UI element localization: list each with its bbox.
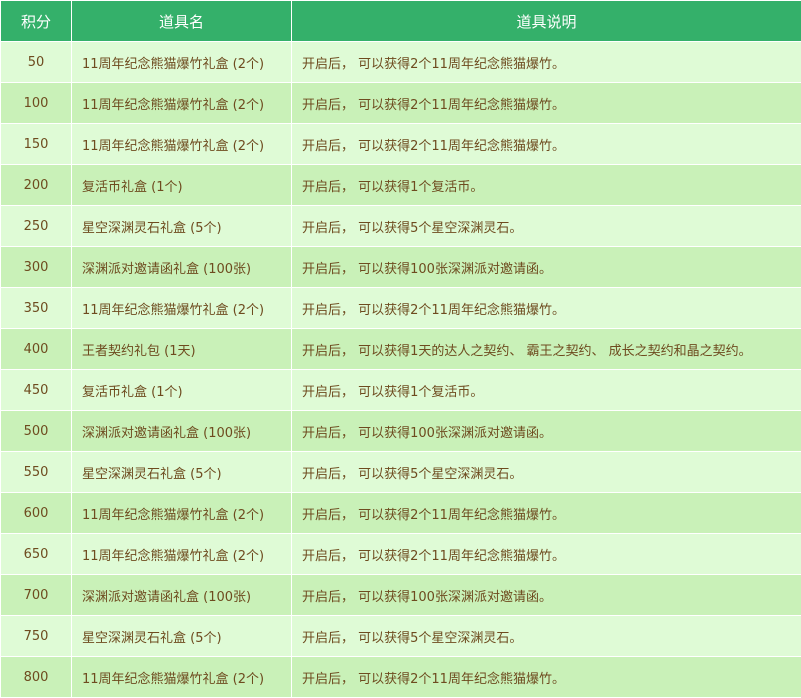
header-points: 积分 <box>1 1 72 42</box>
row-item-description: 开启后， 可以获得2个11周年纪念熊猫爆竹。 <box>292 288 801 329</box>
row-item-description: 开启后， 可以获得1个复活币。 <box>292 370 801 411</box>
rewards-table: 积分 道具名 道具说明 5011周年纪念熊猫爆竹礼盒 (2个)开启后， 可以获得… <box>0 0 801 698</box>
row-item-name: 11周年纪念熊猫爆竹礼盒 (2个) <box>72 42 292 83</box>
row-item-description: 开启后， 可以获得2个11周年纪念熊猫爆竹。 <box>292 493 801 534</box>
row-item-name: 11周年纪念熊猫爆竹礼盒 (2个) <box>72 657 292 698</box>
row-points: 100 <box>1 83 72 124</box>
row-points: 300 <box>1 247 72 288</box>
row-item-description: 开启后， 可以获得2个11周年纪念熊猫爆竹。 <box>292 83 801 124</box>
table-header-row: 积分 道具名 道具说明 <box>1 1 801 42</box>
row-points: 200 <box>1 165 72 206</box>
table-body: 5011周年纪念熊猫爆竹礼盒 (2个)开启后， 可以获得2个11周年纪念熊猫爆竹… <box>1 42 801 698</box>
table-row: 65011周年纪念熊猫爆竹礼盒 (2个)开启后， 可以获得2个11周年纪念熊猫爆… <box>1 534 801 575</box>
table-row: 500深渊派对邀请函礼盒 (100张)开启后， 可以获得100张深渊派对邀请函。 <box>1 411 801 452</box>
row-item-description: 开启后， 可以获得2个11周年纪念熊猫爆竹。 <box>292 534 801 575</box>
table-row: 400王者契约礼包 (1天)开启后， 可以获得1天的达人之契约、 霸王之契约、 … <box>1 329 801 370</box>
row-item-description: 开启后， 可以获得5个星空深渊灵石。 <box>292 206 801 247</box>
row-points: 400 <box>1 329 72 370</box>
table-row: 200复活币礼盒 (1个)开启后， 可以获得1个复活币。 <box>1 165 801 206</box>
table-row: 15011周年纪念熊猫爆竹礼盒 (2个)开启后， 可以获得2个11周年纪念熊猫爆… <box>1 124 801 165</box>
table-row: 750星空深渊灵石礼盒 (5个)开启后， 可以获得5个星空深渊灵石。 <box>1 616 801 657</box>
row-points: 750 <box>1 616 72 657</box>
row-item-description: 开启后， 可以获得100张深渊派对邀请函。 <box>292 411 801 452</box>
row-item-description: 开启后， 可以获得2个11周年纪念熊猫爆竹。 <box>292 657 801 698</box>
row-item-name: 深渊派对邀请函礼盒 (100张) <box>72 411 292 452</box>
row-item-description: 开启后， 可以获得100张深渊派对邀请函。 <box>292 247 801 288</box>
table-row: 250星空深渊灵石礼盒 (5个)开启后， 可以获得5个星空深渊灵石。 <box>1 206 801 247</box>
row-points: 550 <box>1 452 72 493</box>
row-item-name: 11周年纪念熊猫爆竹礼盒 (2个) <box>72 288 292 329</box>
table-row: 10011周年纪念熊猫爆竹礼盒 (2个)开启后， 可以获得2个11周年纪念熊猫爆… <box>1 83 801 124</box>
row-points: 350 <box>1 288 72 329</box>
row-points: 500 <box>1 411 72 452</box>
row-item-name: 星空深渊灵石礼盒 (5个) <box>72 616 292 657</box>
header-item-description: 道具说明 <box>292 1 801 42</box>
row-item-name: 复活币礼盒 (1个) <box>72 165 292 206</box>
row-item-name: 星空深渊灵石礼盒 (5个) <box>72 206 292 247</box>
row-points: 150 <box>1 124 72 165</box>
row-points: 700 <box>1 575 72 616</box>
row-item-name: 星空深渊灵石礼盒 (5个) <box>72 452 292 493</box>
row-item-name: 11周年纪念熊猫爆竹礼盒 (2个) <box>72 493 292 534</box>
table-row: 450复活币礼盒 (1个)开启后， 可以获得1个复活币。 <box>1 370 801 411</box>
row-item-name: 11周年纪念熊猫爆竹礼盒 (2个) <box>72 83 292 124</box>
row-item-description: 开启后， 可以获得1个复活币。 <box>292 165 801 206</box>
row-item-name: 11周年纪念熊猫爆竹礼盒 (2个) <box>72 534 292 575</box>
row-item-name: 深渊派对邀请函礼盒 (100张) <box>72 247 292 288</box>
table-row: 60011周年纪念熊猫爆竹礼盒 (2个)开启后， 可以获得2个11周年纪念熊猫爆… <box>1 493 801 534</box>
row-item-description: 开启后， 可以获得100张深渊派对邀请函。 <box>292 575 801 616</box>
row-item-description: 开启后， 可以获得1天的达人之契约、 霸王之契约、 成长之契约和晶之契约。 <box>292 329 801 370</box>
row-item-description: 开启后， 可以获得5个星空深渊灵石。 <box>292 616 801 657</box>
row-item-name: 11周年纪念熊猫爆竹礼盒 (2个) <box>72 124 292 165</box>
row-points: 600 <box>1 493 72 534</box>
row-item-name: 王者契约礼包 (1天) <box>72 329 292 370</box>
row-points: 650 <box>1 534 72 575</box>
row-item-name: 复活币礼盒 (1个) <box>72 370 292 411</box>
row-item-description: 开启后， 可以获得2个11周年纪念熊猫爆竹。 <box>292 124 801 165</box>
table-row: 550星空深渊灵石礼盒 (5个)开启后， 可以获得5个星空深渊灵石。 <box>1 452 801 493</box>
row-item-description: 开启后， 可以获得5个星空深渊灵石。 <box>292 452 801 493</box>
row-points: 450 <box>1 370 72 411</box>
row-points: 800 <box>1 657 72 698</box>
row-item-description: 开启后， 可以获得2个11周年纪念熊猫爆竹。 <box>292 42 801 83</box>
row-item-name: 深渊派对邀请函礼盒 (100张) <box>72 575 292 616</box>
table-row: 300深渊派对邀请函礼盒 (100张)开启后， 可以获得100张深渊派对邀请函。 <box>1 247 801 288</box>
header-item-name: 道具名 <box>72 1 292 42</box>
table-row: 35011周年纪念熊猫爆竹礼盒 (2个)开启后， 可以获得2个11周年纪念熊猫爆… <box>1 288 801 329</box>
table-row: 80011周年纪念熊猫爆竹礼盒 (2个)开启后， 可以获得2个11周年纪念熊猫爆… <box>1 657 801 698</box>
table-row: 700深渊派对邀请函礼盒 (100张)开启后， 可以获得100张深渊派对邀请函。 <box>1 575 801 616</box>
row-points: 50 <box>1 42 72 83</box>
row-points: 250 <box>1 206 72 247</box>
table-row: 5011周年纪念熊猫爆竹礼盒 (2个)开启后， 可以获得2个11周年纪念熊猫爆竹… <box>1 42 801 83</box>
